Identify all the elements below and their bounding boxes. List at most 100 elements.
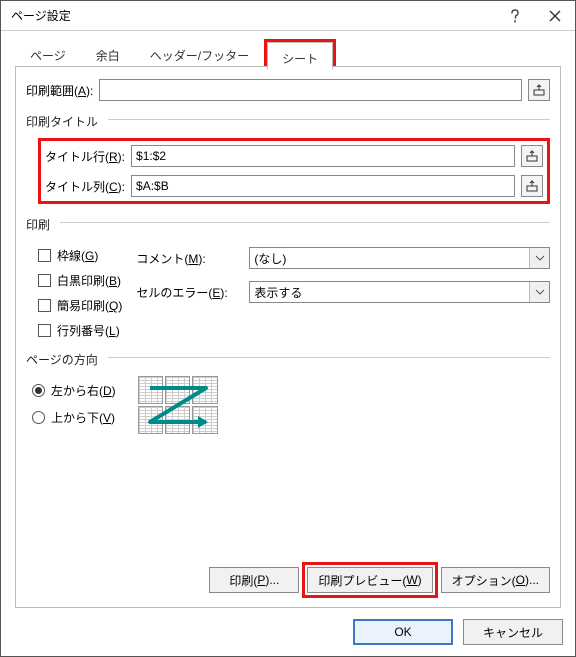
print-right-column: コメント(M): (なし) セルのエラー(E): 表示する: [136, 243, 550, 339]
tab-headerfooter[interactable]: ヘッダー/フッター: [135, 39, 264, 67]
title-col-range-button[interactable]: [521, 175, 543, 197]
tr-key: R: [109, 150, 118, 164]
mini-sheet-icon: [138, 376, 163, 404]
close-button[interactable]: [535, 1, 575, 31]
er-post: ):: [220, 286, 227, 300]
print-preview-button[interactable]: 印刷プレビュー(W): [307, 567, 432, 593]
print-button[interactable]: 印刷(P)...: [209, 567, 299, 593]
direction-radios: 左から右(D) 上から下(V): [32, 376, 116, 426]
td-key: V: [103, 411, 111, 425]
errors-row: セルのエラー(E): 表示する: [136, 281, 550, 303]
checkbox-icon: [38, 324, 51, 337]
mini-sheet-icon: [165, 406, 190, 434]
pv-post: ): [418, 573, 422, 587]
inner-buttons: 印刷(P)... 印刷プレビュー(W) オプション(O)...: [26, 559, 550, 597]
comments-select[interactable]: (なし): [249, 247, 550, 269]
left-to-right-radio[interactable]: 左から右(D): [32, 382, 116, 399]
gl-key: G: [85, 249, 94, 263]
op-pre: オプション(: [452, 572, 516, 589]
page-setup-dialog: ページ設定 ページ 余白 ヘッダー/フッター シート 印刷範囲(A):: [0, 0, 576, 657]
print-area-row: 印刷範囲(A):: [26, 79, 550, 101]
titlebar: ページ設定: [1, 1, 575, 31]
mini-sheet-icon: [192, 376, 217, 404]
bw-key: B: [109, 274, 117, 288]
dialog-title: ページ設定: [11, 7, 495, 24]
title-row-label: タイトル行(R):: [45, 148, 125, 165]
print-group: 印刷: [26, 212, 550, 233]
errors-value: 表示する: [254, 284, 302, 301]
radio-icon: [32, 384, 45, 397]
gridlines-checkbox[interactable]: 枠線(G): [38, 247, 122, 264]
direction-illustration: [138, 376, 218, 434]
tab-page[interactable]: ページ: [15, 39, 81, 67]
rc-key: L: [109, 324, 116, 338]
checkbox-icon: [38, 274, 51, 287]
op-post: )...: [525, 573, 539, 587]
bw-pre: 白黒印刷(: [57, 274, 109, 288]
cm-key: M: [188, 252, 198, 266]
tab-sheet[interactable]: シート: [267, 42, 333, 70]
tab-margins[interactable]: 余白: [81, 39, 135, 67]
print-section: 枠線(G) 白黒印刷(B) 簡易印刷(Q) 行列番号(L): [26, 243, 550, 339]
pa-key: A: [78, 84, 86, 98]
checkbox-icon: [38, 249, 51, 262]
lr-pre: 左から右(: [51, 384, 103, 398]
help-button[interactable]: [495, 1, 535, 31]
direction-group: ページの方向: [26, 347, 550, 368]
errors-select[interactable]: 表示する: [249, 281, 550, 303]
content-area: ページ 余白 ヘッダー/フッター シート 印刷範囲(A): 印刷タイトル: [1, 31, 575, 608]
title-row-row: タイトル行(R): $1:$2: [45, 145, 543, 167]
sheet-panel: 印刷範囲(A): 印刷タイトル タイトル行(R): $1:$2: [15, 67, 561, 608]
lr-key: D: [103, 384, 112, 398]
pa-pre: 印刷範囲(: [26, 84, 78, 98]
blackwhite-checkbox[interactable]: 白黒印刷(B): [38, 272, 122, 289]
chevron-down-icon: [529, 282, 549, 302]
cancel-button[interactable]: キャンセル: [463, 619, 563, 645]
print-titles-fields: タイトル行(R): $1:$2 タイトル列(C): $A:$B: [26, 138, 550, 204]
comments-label: コメント(M):: [136, 250, 241, 267]
print-check-column: 枠線(G) 白黒印刷(B) 簡易印刷(Q) 行列番号(L): [26, 243, 122, 339]
mini-sheet-icon: [192, 406, 217, 434]
pr-key: P: [257, 573, 265, 587]
comments-value: (なし): [254, 250, 286, 267]
title-row-range-button[interactable]: [521, 145, 543, 167]
radio-icon: [32, 411, 45, 424]
tab-strip: ページ 余白 ヘッダー/フッター シート: [15, 39, 561, 67]
rc-post: ): [116, 324, 120, 338]
tr-pre: タイトル行(: [45, 150, 109, 164]
pa-post: ):: [86, 84, 93, 98]
title-row-value: $1:$2: [136, 149, 166, 163]
pr-pre: 印刷(: [229, 572, 257, 589]
print-titles-group: 印刷タイトル: [26, 109, 550, 130]
title-col-input[interactable]: $A:$B: [131, 175, 515, 197]
tc-post: ):: [118, 180, 125, 194]
tr-post: ):: [118, 150, 125, 164]
tc-pre: タイトル列(: [45, 180, 109, 194]
rowcol-checkbox[interactable]: 行列番号(L): [38, 322, 122, 339]
pv-pre: 印刷プレビュー(: [318, 572, 406, 589]
highlight-tab-sheet: シート: [264, 39, 336, 66]
chevron-down-icon: [529, 248, 549, 268]
mini-sheet-icon: [165, 376, 190, 404]
dq-pre: 簡易印刷(: [57, 299, 109, 313]
draft-checkbox[interactable]: 簡易印刷(Q): [38, 297, 122, 314]
op-key: O: [516, 573, 525, 587]
highlight-title-fields: タイトル行(R): $1:$2 タイトル列(C): $A:$B: [38, 138, 550, 204]
td-post: ): [111, 411, 115, 425]
pv-key: W: [406, 573, 417, 587]
options-button[interactable]: オプション(O)...: [441, 567, 550, 593]
er-pre: セルのエラー(: [136, 286, 212, 300]
title-row-input[interactable]: $1:$2: [131, 145, 515, 167]
print-group-label: 印刷: [26, 216, 50, 233]
gl-post: ): [94, 249, 98, 263]
bw-post: ): [117, 274, 121, 288]
comments-row: コメント(M): (なし): [136, 247, 550, 269]
cm-post: ):: [198, 252, 205, 266]
ok-button[interactable]: OK: [353, 619, 453, 645]
print-area-input[interactable]: [99, 79, 522, 101]
title-col-value: $A:$B: [136, 179, 169, 193]
gl-pre: 枠線(: [57, 249, 85, 263]
print-area-range-button[interactable]: [528, 79, 550, 101]
top-to-bottom-radio[interactable]: 上から下(V): [32, 409, 116, 426]
cm-pre: コメント(: [136, 252, 188, 266]
